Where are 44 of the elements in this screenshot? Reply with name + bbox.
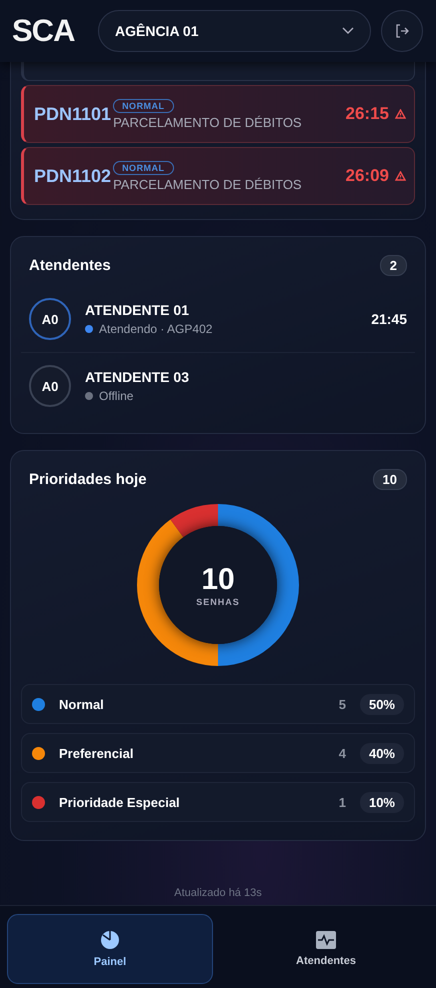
count-badge: 2	[380, 255, 407, 276]
priority-label: Preferencial	[59, 746, 134, 760]
attendant-name: ATENDENTE 01	[85, 302, 190, 318]
wait-time: 26:15	[346, 104, 389, 124]
priority-count: 4	[338, 746, 346, 760]
priority-tag: NORMAL	[113, 98, 174, 112]
priority-count: 1	[338, 794, 346, 810]
activity-icon	[316, 931, 336, 949]
percent-badge: 10%	[360, 792, 404, 812]
percent-badge: 50%	[360, 694, 404, 714]
total-value: 10	[201, 563, 235, 597]
logout-icon	[394, 23, 410, 39]
logout-button[interactable]	[381, 10, 423, 52]
nav-tab[interactable]: Painel	[7, 914, 213, 984]
status-dot	[85, 325, 93, 333]
wait-time: 26:09	[346, 166, 389, 186]
ticket-code: PDN1101	[34, 104, 112, 124]
attendant-status: Offline	[99, 389, 134, 403]
attendant-time: 21:45	[371, 311, 407, 327]
pie-chart-icon	[100, 930, 120, 950]
warning-icon	[395, 109, 406, 119]
updated-text: Atualizado há 13s	[173, 887, 263, 899]
avatar: A0	[29, 365, 71, 407]
ticket-code: PDN1102	[34, 166, 112, 186]
priority-label: Normal	[59, 696, 105, 712]
nav-tab[interactable]: Atendentes	[223, 914, 429, 984]
logo: SCA	[12, 13, 76, 49]
priority-tag: NORMAL	[113, 160, 174, 174]
status-dot	[85, 392, 93, 400]
total-label: SENHAS	[196, 597, 240, 607]
agency-select[interactable]: AGÊNCIA 01	[98, 10, 371, 52]
attendant-status: Atendendo · AGP402	[99, 322, 212, 336]
panel-title: Prioridades hoje	[29, 471, 147, 488]
chevron-down-icon	[342, 27, 354, 35]
warning-icon	[395, 171, 406, 181]
service-name: PARCELAMENTO DE DÉBITOS	[113, 176, 302, 192]
priority-count: 5	[338, 696, 346, 712]
priority-label: Prioridade Especial	[59, 794, 181, 810]
panel-title: Atendentes	[29, 257, 111, 274]
count-badge: 10	[372, 469, 407, 490]
service-name: PARCELAMENTO DE DÉBITOS	[113, 114, 302, 130]
attendant-name: ATENDENTE 03	[85, 369, 190, 385]
avatar: A0	[29, 298, 71, 340]
percent-badge: 40%	[360, 742, 404, 764]
